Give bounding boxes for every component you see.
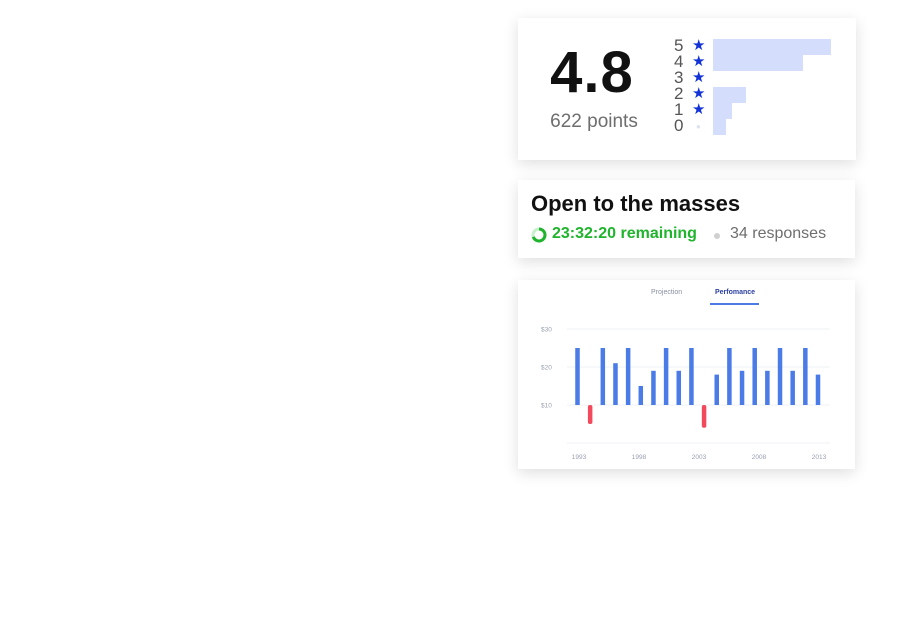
star-icon: ★ xyxy=(692,37,706,54)
rating-bar xyxy=(713,119,726,135)
rating-points: 622 points xyxy=(550,111,638,132)
star-icon: ★ xyxy=(692,53,706,70)
x-tick-label: 1998 xyxy=(632,454,647,461)
chart-bar xyxy=(727,348,732,405)
timer-progress-icon xyxy=(531,227,547,243)
empty-dot-icon: ● xyxy=(696,122,701,131)
chart-bar xyxy=(613,363,618,405)
separator-dot xyxy=(714,233,720,239)
performance-bar-chart: $30 $20 $10 1993 1998 2003 2008 2013 xyxy=(541,327,830,461)
x-tick-label: 1993 xyxy=(572,454,587,461)
rating-row-label: 0 xyxy=(674,116,684,135)
star-icon: ★ xyxy=(692,101,706,118)
y-tick-label: $10 xyxy=(541,403,552,410)
y-tick-label: $20 xyxy=(541,365,552,372)
time-remaining: 23:32:20 remaining xyxy=(552,225,697,242)
x-tick-label: 2003 xyxy=(692,454,707,461)
chart-bar xyxy=(587,405,593,424)
chart-bar xyxy=(689,348,694,405)
y-tick-label: $30 xyxy=(541,327,552,334)
chart-bar xyxy=(752,348,757,405)
chart-bar xyxy=(575,348,580,405)
rating-card: 4.8 622 points 5 ★ 4 ★ 3 ★ 2 ★ 1 ★ 0 ● xyxy=(518,18,856,160)
chart-bar xyxy=(676,370,682,405)
star-icon: ★ xyxy=(692,69,706,86)
chart-bar xyxy=(815,374,821,405)
chart-bar xyxy=(777,348,783,405)
rating-bar xyxy=(713,103,732,119)
chart-bar xyxy=(803,348,808,405)
rating-bar xyxy=(713,39,831,55)
rating-row-2: 2 ★ xyxy=(674,85,920,103)
chart-bar xyxy=(739,370,745,405)
rating-row-5: 5 ★ xyxy=(674,37,920,55)
x-tick-label: 2013 xyxy=(812,454,827,461)
chart-bar xyxy=(765,370,770,405)
chart-bar xyxy=(625,348,631,405)
poll-card[interactable]: Open to the masses 23:32:20 remaining 34… xyxy=(518,180,855,258)
response-count: 34 responses xyxy=(730,225,827,242)
rating-row-1: 1 ★ xyxy=(674,101,920,119)
rating-row-3: 3 ★ xyxy=(674,69,920,87)
rating-bar xyxy=(713,87,747,103)
x-tick-label: 2008 xyxy=(752,454,767,461)
rating-bar xyxy=(713,55,803,71)
poll-title: Open to the masses xyxy=(531,191,741,216)
rating-row-4: 4 ★ xyxy=(674,53,920,71)
chart-bar xyxy=(638,386,644,405)
chart-bar xyxy=(651,370,656,405)
chart-card: Projection Perfomance $30 $20 $10 1993 1998 2… xyxy=(518,280,855,469)
star-icon: ★ xyxy=(692,85,706,102)
chart-bar xyxy=(663,348,669,405)
chart-bar xyxy=(600,348,606,405)
rating-row-0: 0 ● xyxy=(674,116,920,135)
chart-bar xyxy=(714,374,719,405)
chart-bar xyxy=(790,370,795,405)
chart-bar xyxy=(701,405,707,428)
average-rating: 4.8 xyxy=(550,40,634,105)
